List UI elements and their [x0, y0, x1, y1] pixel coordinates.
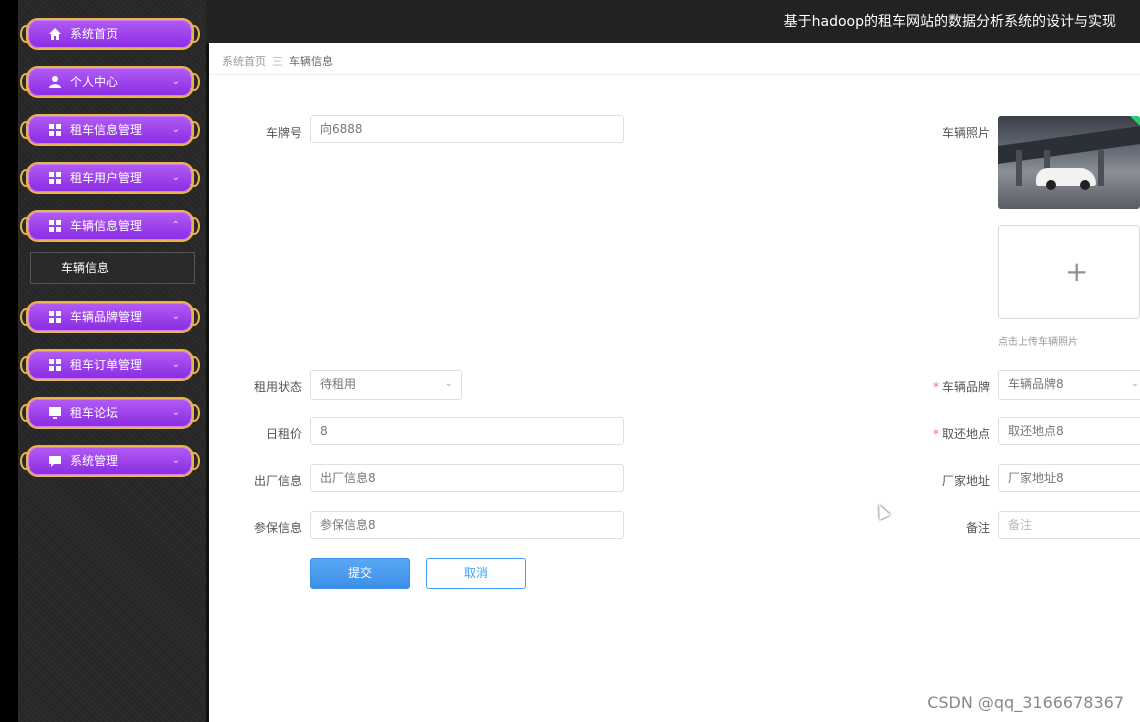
sidebar-item-label: 租车论坛	[70, 406, 119, 420]
sidebar-item-home[interactable]: 系统首页	[20, 18, 200, 50]
sidebar-item-label: 个人中心	[70, 75, 119, 89]
chevron-down-icon: ⌄	[171, 124, 180, 135]
grid-icon	[49, 311, 61, 323]
insurance-input[interactable]: 参保信息8	[310, 511, 624, 539]
status-label: 租用状态	[253, 380, 302, 394]
sidebar-item-rental-info[interactable]: 租车信息管理 ⌄	[20, 114, 200, 146]
sidebar-item-forum[interactable]: 租车论坛 ⌄	[20, 397, 200, 429]
top-bar: 基于hadoop的租车网站的数据分析系统的设计与实现	[206, 0, 1140, 43]
breadcrumb-home[interactable]: 系统首页	[222, 55, 266, 68]
chevron-down-icon: ⌄	[171, 172, 180, 183]
factory-addr-label: 厂家地址	[941, 474, 990, 488]
sidebar-item-label: 车辆信息管理	[70, 219, 143, 233]
plus-icon: +	[1065, 255, 1089, 288]
sidebar-item-vehicle-brand[interactable]: 车辆品牌管理 ⌄	[20, 301, 200, 333]
mouse-cursor-icon	[873, 502, 891, 520]
breadcrumb-current: 车辆信息	[289, 55, 333, 68]
chevron-down-icon: ⌄	[171, 359, 180, 370]
daily-price-input[interactable]: 8	[310, 417, 624, 445]
required-mark: *	[932, 380, 939, 394]
chat-icon	[49, 456, 61, 467]
daily-price-label: 日租价	[265, 427, 302, 441]
sidebar-item-label: 系统管理	[70, 454, 119, 468]
sidebar-item-vehicle-info[interactable]: 车辆信息管理 ⌃	[20, 210, 200, 242]
sidebar-item-label: 租车用户管理	[70, 171, 143, 185]
left-edge	[0, 0, 18, 722]
factory-info-label: 出厂信息	[253, 474, 302, 488]
divider	[209, 74, 1140, 75]
remark-input[interactable]: 备注	[998, 511, 1140, 539]
grid-icon	[49, 359, 61, 371]
breadcrumb-separator: 三	[272, 55, 283, 68]
grid-icon	[49, 172, 61, 184]
sidebar: 系统首页 个人中心 ⌄ 租车信息管理 ⌄ 租车用户管理 ⌄ 车辆信息管理 ⌃ 车…	[18, 0, 206, 722]
pickup-input[interactable]: 取还地点8	[998, 417, 1140, 445]
breadcrumb: 系统首页三车辆信息	[222, 53, 333, 69]
factory-addr-input[interactable]: 厂家地址8	[998, 464, 1140, 492]
factory-info-input[interactable]: 出厂信息8	[310, 464, 624, 492]
sidebar-item-label: 系统首页	[70, 27, 119, 41]
chevron-down-icon: ⌄	[444, 378, 453, 389]
sidebar-item-system[interactable]: 系统管理 ⌄	[20, 445, 200, 477]
plate-label: 车牌号	[265, 126, 302, 140]
status-select-value: 待租用	[320, 377, 357, 391]
home-icon	[49, 28, 61, 40]
remark-label: 备注	[965, 521, 990, 535]
sidebar-subitem-vehicle-info[interactable]: 车辆信息	[30, 252, 195, 284]
sidebar-divider	[206, 0, 209, 722]
chevron-down-icon: ⌄	[171, 76, 180, 87]
submit-button[interactable]: 提交	[310, 558, 410, 589]
pickup-label: * 取还地点	[932, 427, 990, 441]
vehicle-photo[interactable]	[998, 116, 1140, 209]
grid-icon	[49, 220, 61, 232]
plate-input[interactable]: 向6888	[310, 115, 624, 143]
brand-label: * 车辆品牌	[932, 380, 990, 394]
chevron-down-icon: ⌄	[1130, 378, 1139, 389]
brand-select[interactable]: 车辆品牌8 ⌄	[998, 370, 1140, 400]
status-corner-icon	[1130, 116, 1140, 126]
sidebar-item-label: 车辆品牌管理	[70, 310, 143, 324]
chevron-down-icon: ⌄	[171, 407, 180, 418]
sidebar-item-personal[interactable]: 个人中心 ⌄	[20, 66, 200, 98]
brand-select-value: 车辆品牌8	[1008, 377, 1064, 391]
chevron-down-icon: ⌄	[171, 311, 180, 322]
insurance-label: 参保信息	[253, 521, 302, 535]
chevron-down-icon: ⌄	[171, 455, 180, 466]
sidebar-item-rental-users[interactable]: 租车用户管理 ⌄	[20, 162, 200, 194]
chevron-up-icon: ⌃	[171, 220, 180, 231]
grid-icon	[49, 124, 61, 136]
upload-hint: 点击上传车辆照片	[998, 337, 1078, 348]
sidebar-item-rental-orders[interactable]: 租车订单管理 ⌄	[20, 349, 200, 381]
photo-upload-button[interactable]: +	[998, 225, 1140, 319]
app-title: 基于hadoop的租车网站的数据分析系统的设计与实现	[783, 14, 1116, 30]
watermark: CSDN @qq_3166678367	[927, 693, 1124, 712]
sidebar-item-label: 租车信息管理	[70, 123, 143, 137]
status-select[interactable]: 待租用 ⌄	[310, 370, 462, 400]
monitor-icon	[49, 407, 61, 419]
sidebar-item-label: 租车订单管理	[70, 358, 143, 372]
user-icon	[49, 76, 61, 88]
cancel-button[interactable]: 取消	[426, 558, 526, 589]
required-mark: *	[932, 427, 939, 441]
photo-label: 车辆照片	[941, 126, 990, 140]
